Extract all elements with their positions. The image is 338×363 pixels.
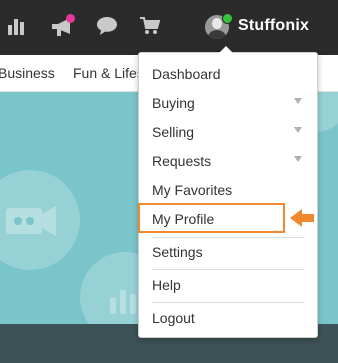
menu-divider — [152, 302, 304, 303]
chat-bubble-icon[interactable] — [96, 16, 118, 36]
online-status-dot — [222, 13, 233, 24]
category-fun-lifestyle[interactable]: Fun & Lifes — [73, 65, 144, 81]
my-profile-highlight-box — [138, 203, 285, 233]
notification-badge — [66, 14, 75, 23]
menu-item-requests[interactable]: Requests — [152, 153, 211, 169]
menu-item-dashboard[interactable]: Dashboard — [152, 66, 221, 82]
menu-item-logout[interactable]: Logout — [152, 310, 195, 326]
caret-down-icon — [294, 156, 302, 162]
menu-divider — [152, 237, 304, 238]
video-camera-icon — [6, 206, 56, 236]
top-navigation-bar: Stuffonix — [0, 0, 338, 55]
menu-item-buying[interactable]: Buying — [152, 95, 195, 111]
menu-item-help[interactable]: Help — [152, 277, 181, 293]
username-label[interactable]: Stuffonix — [238, 17, 309, 35]
shopping-cart-icon[interactable] — [140, 17, 160, 35]
menu-item-settings[interactable]: Settings — [152, 244, 203, 260]
bar-chart-icon[interactable] — [8, 17, 26, 35]
menu-item-selling[interactable]: Selling — [152, 124, 194, 140]
category-business[interactable]: Business — [0, 65, 55, 81]
menu-item-my-favorites[interactable]: My Favorites — [152, 182, 232, 198]
menu-divider — [152, 269, 304, 270]
user-dropdown-menu: Dashboard Buying Selling Requests My Fav… — [138, 46, 318, 338]
caret-down-icon — [294, 127, 302, 133]
caret-down-icon — [294, 98, 302, 104]
bar-chart-icon — [110, 290, 136, 314]
pointer-arrow-icon — [290, 209, 314, 227]
